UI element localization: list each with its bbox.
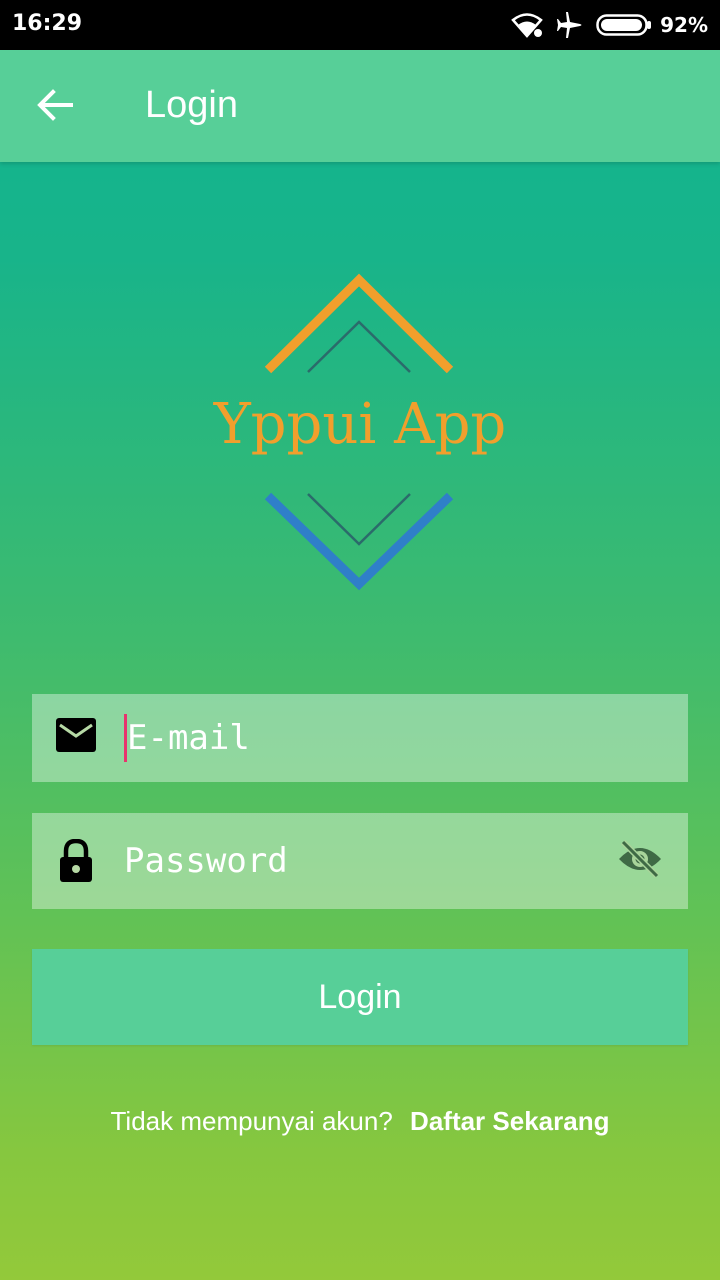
register-row: Tidak mempunyai akun? Daftar Sekarang: [0, 1106, 720, 1137]
password-input[interactable]: Password: [124, 813, 604, 909]
mail-icon: [56, 718, 96, 752]
password-placeholder: Password: [124, 841, 288, 881]
battery-icon: [596, 13, 652, 37]
lock-icon: [56, 839, 96, 883]
back-button[interactable]: [30, 84, 80, 130]
arrow-left-icon: [37, 89, 73, 125]
password-field[interactable]: Password: [32, 813, 688, 909]
email-placeholder: E-mail: [127, 718, 250, 758]
password-visibility-toggle[interactable]: [616, 839, 664, 883]
eye-off-icon: [617, 839, 663, 883]
battery-percent: 92%: [660, 13, 708, 37]
wifi-icon: [510, 12, 544, 38]
register-prompt: Tidak mempunyai akun?: [110, 1106, 393, 1136]
email-field[interactable]: E-mail: [32, 694, 688, 782]
status-bar: 16:29 92%: [0, 0, 720, 50]
airplane-mode-icon: [554, 11, 584, 39]
status-time: 16:29: [12, 11, 83, 36]
logo-text: Yppui App: [213, 392, 507, 457]
page-title: Login: [145, 84, 238, 126]
app-bar: Login: [0, 50, 720, 162]
login-button[interactable]: Login: [32, 949, 688, 1045]
status-icons: 92%: [510, 10, 708, 40]
app-logo: Yppui App: [200, 272, 520, 592]
email-input[interactable]: E-mail: [124, 694, 604, 782]
register-link[interactable]: Daftar Sekarang: [410, 1106, 609, 1136]
